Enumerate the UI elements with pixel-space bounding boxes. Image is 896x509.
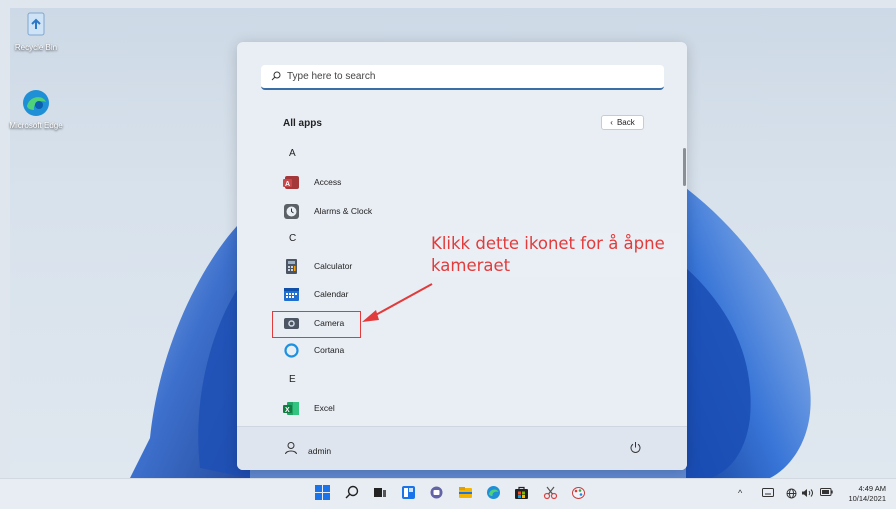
snip-button[interactable]: [542, 486, 559, 503]
task-view-icon: [373, 485, 387, 504]
back-button[interactable]: ‹ Back: [601, 115, 644, 130]
scrollbar-thumb[interactable]: [683, 148, 686, 186]
file-explorer-icon: [458, 485, 473, 505]
chevron-left-icon: ‹: [610, 118, 613, 127]
paint-icon: [571, 485, 586, 505]
section-letter-a[interactable]: A: [289, 148, 296, 159]
app-item-calendar[interactable]: Calendar: [283, 283, 349, 305]
clock-date: 10/14/2021: [848, 494, 886, 503]
taskbar-search-button[interactable]: [343, 485, 360, 504]
app-item-cortana[interactable]: Cortana: [283, 339, 344, 361]
start-icon: [315, 484, 330, 505]
app-label: Access: [314, 177, 342, 187]
store-button[interactable]: [513, 486, 530, 503]
app-label: Calculator: [314, 261, 353, 271]
search-box[interactable]: [261, 65, 664, 90]
chevron-up-icon[interactable]: ^: [738, 488, 742, 498]
annotation-callout-text: Klikk dette ikonet for å åpne kameraet: [431, 233, 681, 277]
recycle-bin-icon: [21, 10, 51, 40]
user-name: admin: [308, 445, 332, 456]
app-item-excel[interactable]: X Excel: [283, 397, 335, 419]
cortana-icon: [283, 342, 300, 359]
app-label: Alarms & Clock: [314, 206, 373, 216]
desktop-icon-label: Microsoft Edge: [9, 121, 63, 130]
search-icon: [345, 485, 359, 504]
edge-icon: [486, 485, 501, 505]
power-button[interactable]: [629, 441, 642, 459]
start-button[interactable]: [314, 484, 331, 505]
clock-time: 4:49 AM: [858, 484, 886, 493]
app-label: Excel: [314, 403, 335, 413]
file-explorer-button[interactable]: [457, 486, 474, 503]
widgets-icon: [401, 485, 416, 505]
app-label: Cortana: [314, 345, 345, 355]
task-view-button[interactable]: [371, 486, 388, 503]
desktop-icon-label: Recycle Bin: [14, 43, 58, 52]
taskbar-clock[interactable]: 4:49 AM 10/14/2021: [846, 484, 886, 504]
start-menu-footer: admin: [237, 426, 687, 470]
volume-icon[interactable]: [801, 488, 813, 500]
edge-taskbar-button[interactable]: [485, 485, 502, 505]
network-icon[interactable]: [786, 488, 797, 501]
power-icon: [629, 441, 642, 458]
chat-icon: [429, 485, 444, 505]
desktop-icon-recycle-bin[interactable]: Recycle Bin: [6, 10, 66, 52]
svg-text:X: X: [285, 407, 290, 414]
user-account-button[interactable]: admin: [284, 441, 331, 460]
widgets-button[interactable]: [400, 485, 417, 505]
app-label: Calendar: [314, 289, 349, 299]
battery-icon[interactable]: [820, 488, 833, 498]
back-button-label: Back: [616, 118, 635, 127]
app-item-access[interactable]: A Access: [283, 171, 341, 193]
taskbar: ^ 4:49 AM 10/14/2021: [0, 478, 896, 509]
search-input[interactable]: [287, 71, 647, 82]
search-icon: [271, 68, 281, 86]
chat-button[interactable]: [428, 486, 445, 503]
excel-icon: X: [283, 400, 300, 417]
store-icon: [514, 485, 529, 505]
calendar-icon: [283, 286, 300, 303]
section-letter-e[interactable]: E: [289, 374, 296, 385]
annotation-highlight-box: [272, 311, 361, 338]
app-item-calculator[interactable]: Calculator: [283, 255, 352, 277]
snip-icon: [543, 485, 558, 505]
all-apps-title: All apps: [283, 118, 322, 129]
calculator-icon: [283, 258, 300, 275]
svg-text:A: A: [285, 181, 290, 188]
alarm-clock-icon: [283, 203, 300, 220]
desktop-icon-edge[interactable]: Microsoft Edge: [6, 88, 66, 130]
app-item-alarms-clock[interactable]: Alarms & Clock: [283, 200, 372, 222]
keyboard-icon[interactable]: [762, 488, 774, 499]
section-letter-c[interactable]: C: [289, 233, 296, 244]
paint-button[interactable]: [570, 486, 587, 503]
access-icon: A: [283, 174, 300, 191]
edge-icon: [21, 88, 51, 118]
user-icon: [284, 441, 298, 460]
